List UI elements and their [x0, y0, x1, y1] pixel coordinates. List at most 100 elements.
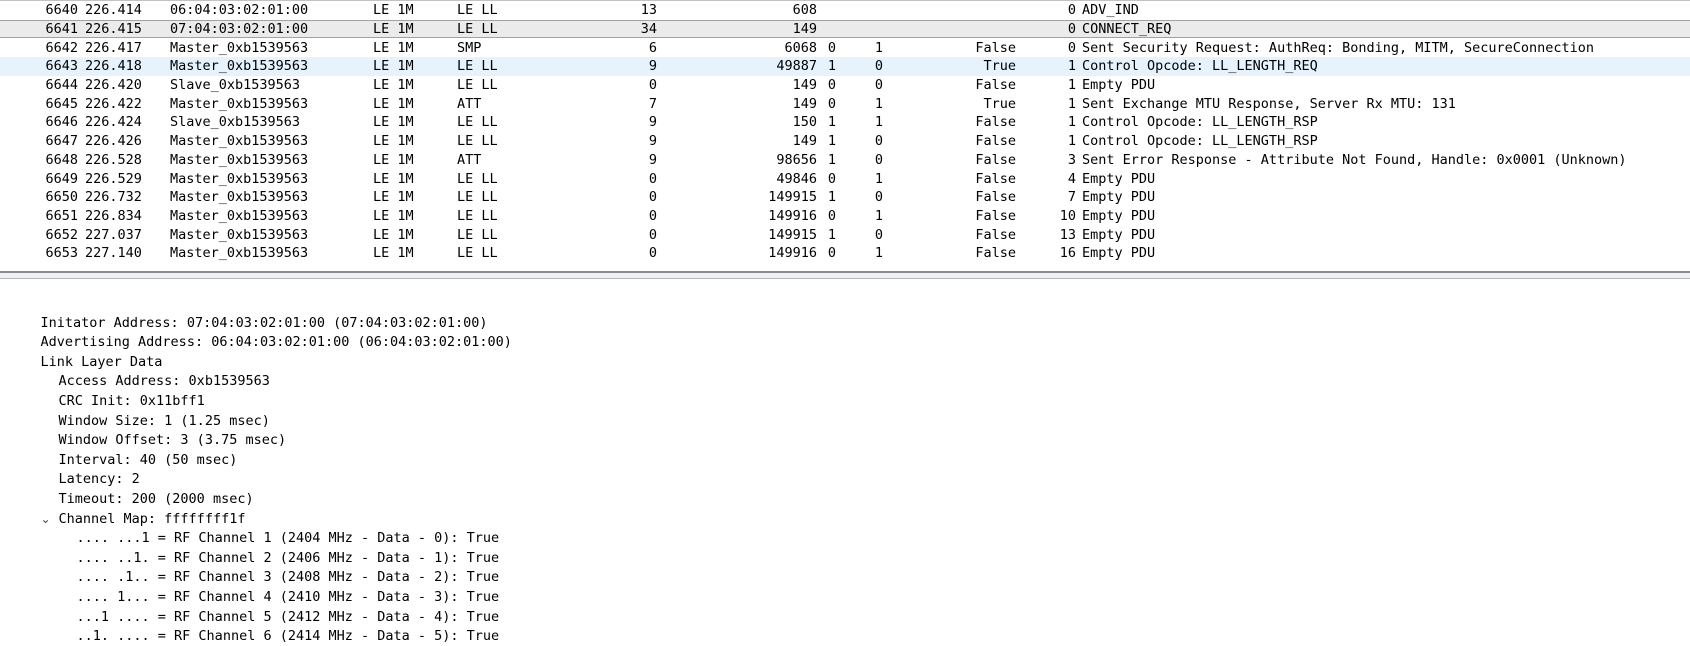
cell-delta-time: 49846	[776, 170, 817, 187]
cell-phy: LE 1M	[373, 170, 414, 187]
detail-line-text: Access Address: 0xb1539563	[58, 373, 270, 390]
cell-protocol: LE LL	[457, 21, 498, 38]
cell-event-counter: 1	[1067, 77, 1076, 94]
packet-row[interactable]: 6642 226.417 Master_0xb1539563 LE 1M SMP…	[0, 38, 1690, 57]
packet-row[interactable]: 6653 227.140 Master_0xb1539563 LE 1M LE …	[0, 244, 1690, 262]
packet-list-pane[interactable]: 6640 226.414 06:04:03:02:01:00 LE 1M LE …	[0, 0, 1690, 262]
cell-delta-time: 149915	[768, 189, 817, 206]
expander-caret-icon[interactable]: ⌄	[41, 510, 59, 530]
cell-phy: LE 1M	[373, 58, 414, 75]
packet-row[interactable]: 6647 226.426 Master_0xb1539563 LE 1M LE …	[0, 132, 1690, 151]
cell-sn: 0	[827, 77, 837, 94]
cell-protocol: LE LL	[457, 133, 498, 150]
cell-sn: 0	[827, 170, 837, 187]
cell-protocol: SMP	[457, 39, 482, 56]
detail-line[interactable]: Timeout: 200 (2000 msec)	[8, 470, 1690, 507]
cell-info: Empty PDU	[1082, 245, 1156, 262]
cell-number: 6642	[45, 39, 78, 56]
cell-nesn: 0	[874, 151, 884, 168]
detail-line[interactable]: Window Size: 1 (1.25 msec)	[8, 392, 1690, 429]
cell-flag: True	[983, 95, 1016, 112]
cell-protocol: LE LL	[457, 226, 498, 243]
cell-flag: False	[975, 39, 1016, 56]
detail-line-text: Interval: 40 (50 msec)	[58, 451, 238, 468]
cell-time: 226.834	[85, 207, 142, 224]
cell-delta-time: 149916	[768, 207, 817, 224]
cell-info: Sent Error Response - Attribute Not Foun…	[1082, 151, 1627, 168]
packet-detail-pane[interactable]: Initator Address: 07:04:03:02:01:00 (07:…	[0, 290, 1690, 646]
cell-event-counter: 13	[1059, 226, 1076, 243]
cell-phy: LE 1M	[373, 21, 414, 38]
cell-sn: 1	[827, 58, 837, 75]
detail-line-text: Channel Map: ffffffff1f	[58, 510, 246, 527]
packet-row[interactable]: 6644 226.420 Slave_0xb1539563 LE 1M LE L…	[0, 76, 1690, 95]
cell-time: 226.528	[85, 151, 142, 168]
packet-row[interactable]: 6641 226.415 07:04:03:02:01:00 LE 1M LE …	[0, 19, 1690, 39]
packet-row[interactable]: 6651 226.834 Master_0xb1539563 LE 1M LE …	[0, 207, 1690, 226]
detail-line-text: CRC Init: 0x11bff1	[58, 392, 205, 409]
cell-delta-time: 49887	[776, 58, 817, 75]
cell-number: 6653	[45, 245, 78, 262]
pane-splitter-bar[interactable]	[0, 271, 1690, 279]
cell-protocol: LE LL	[457, 170, 498, 187]
cell-event-counter: 1	[1067, 133, 1076, 150]
cell-time: 226.417	[85, 39, 142, 56]
detail-line[interactable]: Access Address: 0xb1539563	[8, 353, 1690, 389]
cell-event-counter: 0	[1067, 2, 1076, 19]
cell-source: Master_0xb1539563	[170, 207, 309, 224]
cell-phy: LE 1M	[373, 133, 414, 150]
cell-event-counter: 1	[1067, 114, 1076, 131]
detail-line[interactable]: .... ...1 = RF Channel 1 (2404 MHz - Dat…	[8, 510, 1690, 546]
cell-time: 226.414	[85, 2, 142, 19]
cell-time: 226.420	[85, 77, 142, 94]
packet-row[interactable]: 6649 226.529 Master_0xb1539563 LE 1M LE …	[0, 169, 1690, 188]
detail-line-text: Window Size: 1 (1.25 msec)	[58, 412, 270, 429]
cell-time: 226.418	[85, 58, 142, 75]
cell-event-counter: 1	[1067, 95, 1076, 112]
cell-flag: False	[975, 189, 1016, 206]
cell-source: Master_0xb1539563	[170, 226, 309, 243]
detail-line[interactable]: ⌄ Channel Map: ffffffff1f	[8, 490, 1690, 527]
cell-delta-time: 149916	[768, 245, 817, 262]
cell-protocol: LE LL	[457, 58, 498, 75]
cell-length: 9	[648, 133, 657, 150]
cell-phy: LE 1M	[373, 114, 414, 131]
cell-sn: 1	[827, 114, 837, 131]
cell-info: ADV_IND	[1082, 2, 1139, 19]
detail-line-text: Window Offset: 3 (3.75 msec)	[58, 432, 287, 449]
detail-line-text: Latency: 2	[58, 471, 140, 488]
detail-line[interactable]: Initator Address: 07:04:03:02:01:00 (07:…	[8, 294, 1690, 331]
cell-delta-time: 149	[792, 77, 817, 94]
cell-protocol: LE LL	[457, 189, 498, 206]
cell-phy: LE 1M	[373, 207, 414, 224]
detail-line-text: Advertising Address: 06:04:03:02:01:00 (…	[40, 334, 512, 351]
cell-sn: 0	[827, 207, 837, 224]
packet-row[interactable]: 6652 227.037 Master_0xb1539563 LE 1M LE …	[0, 225, 1690, 244]
cell-source: 07:04:03:02:01:00	[170, 21, 309, 38]
cell-flag: False	[975, 77, 1016, 94]
cell-length: 13	[640, 2, 657, 19]
packet-row[interactable]: 6645 226.422 Master_0xb1539563 LE 1M ATT…	[0, 94, 1690, 113]
packet-row[interactable]: 6643 226.418 Master_0xb1539563 LE 1M LE …	[0, 57, 1690, 76]
cell-phy: LE 1M	[373, 95, 414, 112]
cell-nesn: 0	[874, 226, 884, 243]
packet-row[interactable]: 6648 226.528 Master_0xb1539563 LE 1M ATT…	[0, 151, 1690, 170]
detail-line-text: .... ...1 = RF Channel 1 (2404 MHz - Dat…	[76, 530, 500, 547]
cell-source: Master_0xb1539563	[170, 95, 309, 112]
packet-row[interactable]: 6640 226.414 06:04:03:02:01:00 LE 1M LE …	[0, 1, 1690, 20]
pane-splitter[interactable]	[0, 271, 1690, 290]
cell-protocol: LE LL	[457, 77, 498, 94]
cell-source: Master_0xb1539563	[170, 170, 309, 187]
detail-line-text: Timeout: 200 (2000 msec)	[58, 490, 254, 507]
packet-row[interactable]: 6650 226.732 Master_0xb1539563 LE 1M LE …	[0, 188, 1690, 207]
detail-line-text: ..1. .... = RF Channel 6 (2414 MHz - Dat…	[76, 628, 500, 645]
detail-line[interactable]: Latency: 2	[8, 451, 1690, 487]
packet-row[interactable]: 6646 226.424 Slave_0xb1539563 LE 1M LE L…	[0, 113, 1690, 132]
cell-number: 6649	[45, 170, 78, 187]
cell-flag: True	[983, 58, 1016, 75]
cell-event-counter: 7	[1067, 189, 1076, 206]
cell-sn: 0	[827, 245, 837, 262]
cell-flag: False	[975, 226, 1016, 243]
cell-sn: 1	[827, 133, 837, 150]
cell-source: Master_0xb1539563	[170, 39, 309, 56]
